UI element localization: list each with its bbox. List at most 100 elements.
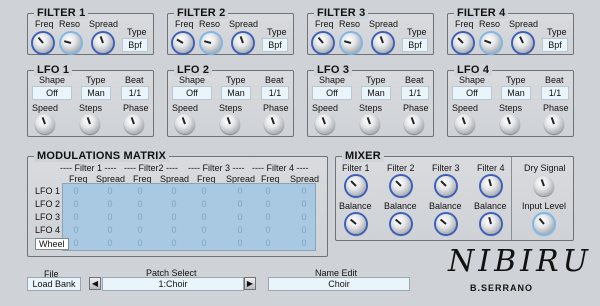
matrix-cell[interactable]: 0	[66, 212, 86, 222]
matrix-cell[interactable]: 0	[258, 238, 278, 248]
matrix-cell[interactable]: 0	[194, 212, 214, 222]
matrix-cell[interactable]: 0	[230, 186, 250, 196]
lfo-3-beat-display[interactable]: 1/1	[401, 86, 429, 100]
matrix-cell[interactable]: 0	[258, 212, 278, 222]
lfo-1-speed-knob[interactable]	[35, 114, 55, 134]
mixer-filter-1-level-knob[interactable]	[346, 176, 366, 196]
matrix-cell[interactable]: 0	[100, 199, 120, 209]
lfo-1-type-display[interactable]: Man	[81, 86, 111, 100]
filter-1-type-display[interactable]: Bpf	[122, 38, 148, 52]
matrix-cell[interactable]: 0	[100, 212, 120, 222]
lfo-4-phase-knob[interactable]	[544, 114, 564, 134]
lfo-4-type-display[interactable]: Man	[501, 86, 531, 100]
filter-4-title: FILTER 4	[454, 7, 509, 19]
matrix-cell[interactable]: 0	[258, 199, 278, 209]
matrix-cell[interactable]: 0	[164, 238, 184, 248]
filter-3-freq-knob[interactable]	[313, 33, 333, 53]
matrix-cell[interactable]: 0	[164, 225, 184, 235]
lfo-3-steps-knob[interactable]	[360, 114, 380, 134]
matrix-cell[interactable]: 0	[194, 186, 214, 196]
matrix-cell[interactable]: 0	[130, 225, 150, 235]
mixer-filter-3-level-knob[interactable]	[436, 176, 456, 196]
mixer-balance-3-knob[interactable]	[436, 214, 456, 234]
lfo-4-beat-display[interactable]: 1/1	[541, 86, 569, 100]
lfo-1-steps-knob[interactable]	[80, 114, 100, 134]
matrix-cell[interactable]: 0	[230, 225, 250, 235]
filter-1-spread-knob[interactable]	[93, 33, 113, 53]
matrix-cell[interactable]: 0	[258, 225, 278, 235]
lfo-2-type-display[interactable]: Man	[221, 86, 251, 100]
mixer-balance-1-knob[interactable]	[346, 214, 366, 234]
matrix-cell[interactable]: 0	[100, 186, 120, 196]
load-bank-button[interactable]: Load Bank	[27, 277, 81, 291]
mixer-filter-2-level-knob[interactable]	[391, 176, 411, 196]
lfo-2-speed-knob[interactable]	[175, 114, 195, 134]
lfo-1-beat-display[interactable]: 1/1	[121, 86, 149, 100]
matrix-cell[interactable]: 0	[100, 225, 120, 235]
name-edit-field[interactable]: Choir	[268, 277, 410, 291]
matrix-cell[interactable]: 0	[294, 225, 314, 235]
mixer-filter-4-level-knob[interactable]	[481, 176, 501, 196]
lfo-1-phase-knob[interactable]	[124, 114, 144, 134]
lfo-3-speed-knob[interactable]	[315, 114, 335, 134]
filter-1-type-label: Type	[127, 27, 147, 37]
filter-1-freq-knob[interactable]	[33, 33, 53, 53]
filter-1-title: FILTER 1	[34, 7, 89, 19]
lfo-2-phase-knob[interactable]	[264, 114, 284, 134]
matrix-cell[interactable]: 0	[194, 199, 214, 209]
lfo-2-beat-display[interactable]: 1/1	[261, 86, 289, 100]
filter-1-reso-knob[interactable]	[61, 33, 81, 53]
matrix-cell[interactable]: 0	[294, 186, 314, 196]
lfo-2-steps-knob[interactable]	[220, 114, 240, 134]
lfo-1-shape-display[interactable]: Off	[32, 86, 72, 100]
filter-3-type-display[interactable]: Bpf	[402, 38, 428, 52]
matrix-cell[interactable]: 0	[294, 212, 314, 222]
lfo-4-steps-knob[interactable]	[500, 114, 520, 134]
filter-4-freq-knob[interactable]	[453, 33, 473, 53]
input-level-knob[interactable]	[534, 214, 554, 234]
lfo-3-type-display[interactable]: Man	[361, 86, 391, 100]
matrix-cell[interactable]: 0	[164, 186, 184, 196]
lfo-3-phase-knob[interactable]	[404, 114, 424, 134]
filter-2-reso-knob[interactable]	[201, 33, 221, 53]
matrix-cell[interactable]: 0	[66, 238, 86, 248]
matrix-cell[interactable]: 0	[164, 212, 184, 222]
dry-signal-knob[interactable]	[534, 176, 554, 196]
filter-4-reso-knob[interactable]	[481, 33, 501, 53]
filter-3-spread-knob[interactable]	[373, 33, 393, 53]
patch-next-button[interactable]: ▶	[244, 277, 256, 290]
matrix-cell[interactable]: 0	[130, 199, 150, 209]
matrix-cell[interactable]: 0	[230, 212, 250, 222]
matrix-cell[interactable]: 0	[130, 186, 150, 196]
mixer-balance-4-knob[interactable]	[481, 214, 501, 234]
lfo-3-shape-label: Shape	[319, 75, 346, 85]
mixer-balance-2-knob[interactable]	[391, 214, 411, 234]
matrix-cell[interactable]: 0	[130, 238, 150, 248]
matrix-cell[interactable]: 0	[230, 199, 250, 209]
filter-4-type-display[interactable]: Bpf	[542, 38, 568, 52]
matrix-cell[interactable]: 0	[66, 186, 86, 196]
filter-2-freq-knob[interactable]	[173, 33, 193, 53]
matrix-cell[interactable]: 0	[130, 212, 150, 222]
filter-3-reso-knob[interactable]	[341, 33, 361, 53]
filter-4-spread-knob[interactable]	[513, 33, 533, 53]
matrix-cell[interactable]: 0	[66, 225, 86, 235]
patch-prev-button[interactable]: ◀	[89, 277, 101, 290]
lfo-3-shape-display[interactable]: Off	[312, 86, 352, 100]
matrix-cell[interactable]: 0	[230, 238, 250, 248]
patch-select-field[interactable]: 1:Choir	[102, 277, 244, 291]
matrix-row-3-label: LFO 3	[35, 212, 61, 222]
matrix-cell[interactable]: 0	[258, 186, 278, 196]
matrix-cell[interactable]: 0	[294, 238, 314, 248]
lfo-4-speed-knob[interactable]	[455, 114, 475, 134]
matrix-cell[interactable]: 0	[294, 199, 314, 209]
filter-2-type-display[interactable]: Bpf	[262, 38, 288, 52]
matrix-cell[interactable]: 0	[164, 199, 184, 209]
lfo-4-shape-display[interactable]: Off	[452, 86, 492, 100]
lfo-2-shape-display[interactable]: Off	[172, 86, 212, 100]
filter-2-spread-knob[interactable]	[233, 33, 253, 53]
matrix-cell[interactable]: 0	[194, 225, 214, 235]
matrix-cell[interactable]: 0	[66, 199, 86, 209]
matrix-cell[interactable]: 0	[100, 238, 120, 248]
matrix-cell[interactable]: 0	[194, 238, 214, 248]
